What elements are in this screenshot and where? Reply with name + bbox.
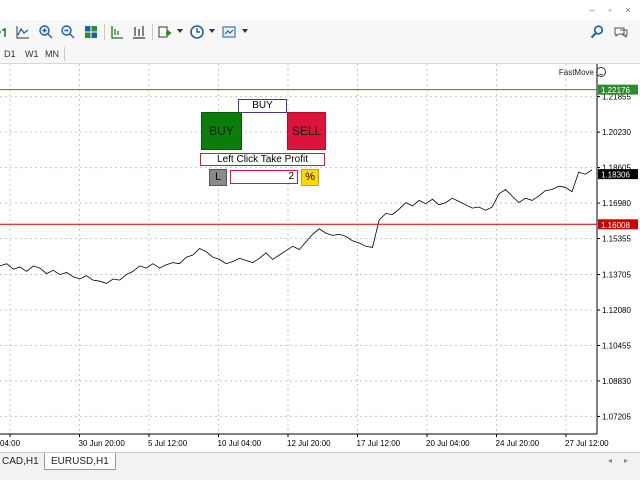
scroll-right-icon[interactable]: ▸ [624, 456, 628, 465]
y-tick-label: 1.16980 [602, 199, 631, 208]
line-chart-icon[interactable] [14, 23, 32, 41]
terminal-window: – ▫ × D1 W1 MN 1.21855 1.20230 1.18605 1… [0, 0, 640, 480]
periodicity-icon[interactable] [188, 23, 206, 41]
y-tick-label: 1.13705 [602, 271, 631, 280]
indicator-name: FastMove [558, 68, 594, 77]
quantity-input[interactable]: 2 [230, 170, 298, 184]
close-button[interactable]: × [620, 4, 636, 16]
tile-windows-icon[interactable] [82, 23, 100, 41]
y-tick-label: 1.07205 [602, 412, 631, 421]
zoom-in-icon[interactable] [37, 23, 55, 41]
y-tick-label: 1.10455 [602, 341, 631, 350]
stop-level-label: 1.16008 [601, 221, 630, 230]
x-tick-label: 20 Jul 04:00 [426, 439, 470, 448]
minimize-button[interactable]: – [584, 4, 600, 16]
tab-cad-h1[interactable]: CAD,H1 [0, 453, 45, 470]
x-tick-label: 17 Jul 12:00 [357, 439, 401, 448]
x-tick-label: 30 Jun 20:00 [79, 439, 126, 448]
sell-button[interactable]: SELL [287, 112, 326, 150]
buy-button[interactable]: BUY [201, 112, 242, 150]
y-tick-label: 1.20230 [602, 128, 631, 137]
x-tick-label: 12 Jul 20:00 [287, 439, 331, 448]
templates-icon[interactable] [220, 23, 238, 41]
y-tick-label: 1.15355 [602, 235, 631, 244]
tab-eurusd-h1[interactable]: EURUSD,H1 [44, 453, 116, 470]
current-price-label: 1.18306 [601, 171, 630, 180]
x-tick-label: 27 Jul 12:00 [565, 439, 609, 448]
price-chart[interactable]: 1.21855 1.20230 1.18605 1.16980 1.15355 1.137… [0, 64, 640, 452]
timeframe-mn[interactable]: MN [45, 49, 59, 59]
chat-icon[interactable] [612, 23, 630, 41]
y-tick-label: 1.08830 [602, 377, 631, 386]
chart-tab-bar: CAD,H1 EURUSD,H1 ◂ ▸ [0, 452, 640, 480]
timeframe-bar: D1 W1 MN [0, 44, 640, 64]
take-profit-label: 1.22176 [601, 86, 630, 95]
title-bar: – ▫ × [0, 0, 640, 20]
price-series-line [0, 169, 593, 284]
x-tick-label: 10 Jul 04:00 [218, 439, 262, 448]
smiley-icon [596, 67, 606, 77]
x-tick-label: 5 Jul 12:00 [148, 439, 188, 448]
zoom-out-icon[interactable] [59, 23, 77, 41]
scroll-left-icon[interactable]: ◂ [608, 456, 612, 465]
timeframe-d1[interactable]: D1 [4, 49, 16, 59]
x-tick-label: 24 Jul 20:00 [496, 439, 540, 448]
y-tick-label: 1.12080 [602, 306, 631, 315]
chart-shift-icon[interactable] [130, 23, 148, 41]
lot-button[interactable]: L [209, 169, 227, 186]
restore-button[interactable]: ▫ [602, 4, 618, 16]
percent-button[interactable]: % [301, 169, 319, 186]
take-profit-mode-button[interactable]: Left Click Take Profit [200, 153, 325, 166]
bar-chart-icon[interactable] [0, 23, 12, 41]
timeframe-w1[interactable]: W1 [25, 49, 39, 59]
autoscroll-icon[interactable] [108, 23, 126, 41]
panel-title: BUY [238, 99, 287, 113]
x-tick-label: 04:00 [0, 439, 21, 448]
indicators-icon[interactable] [156, 23, 174, 41]
search-icon[interactable] [588, 23, 606, 41]
toolbar [0, 20, 640, 44]
